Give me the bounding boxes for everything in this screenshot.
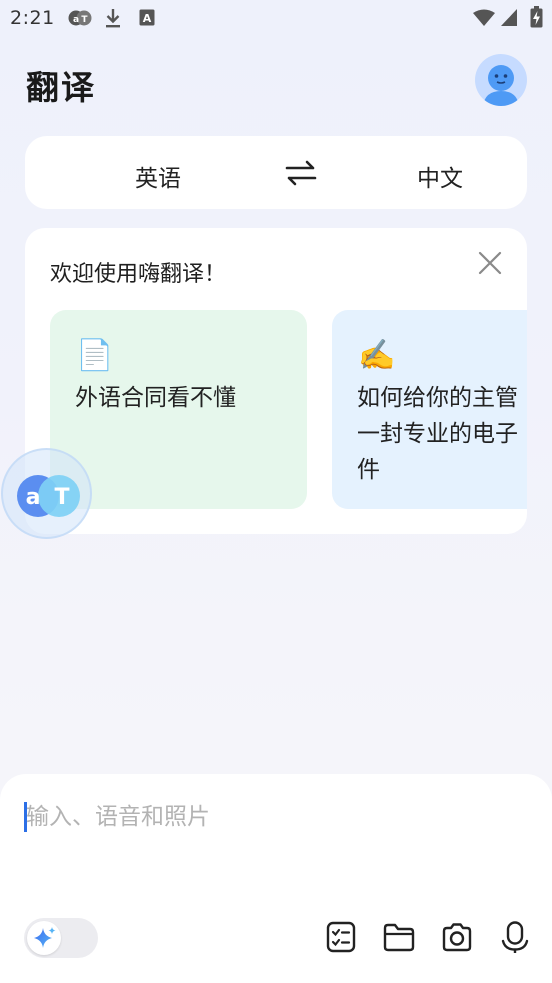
svg-text:T: T [54,485,69,510]
suggestion-text: 如何给你的主管一封专业的电子件 [357,385,518,483]
svg-text:a: a [73,15,79,25]
svg-text:T: T [81,15,88,25]
floating-translate-button[interactable]: a T [1,448,92,539]
camera-icon[interactable] [440,920,474,954]
swap-languages-icon[interactable] [283,158,319,188]
font-a-icon: A [139,9,155,26]
avatar[interactable] [475,54,527,106]
folder-icon[interactable] [382,920,416,954]
suggestion-text: 外语合同看不懂 [75,385,236,411]
welcome-title: 欢迎使用嗨翻译！ [50,262,227,287]
sparkle-icon [34,927,56,948]
source-language-button[interactable]: 英语 [135,159,181,193]
ai-mode-toggle[interactable] [24,918,98,958]
user-avatar-icon [483,65,519,106]
signal-icon [501,9,517,26]
language-bar: 英语 中文 [25,136,527,209]
svg-text:a: a [26,485,41,510]
toggle-knob [27,921,61,955]
translate-badge-icon: a T [68,10,92,26]
battery-charging-icon [530,6,543,28]
wifi-icon [473,9,495,26]
close-icon[interactable] [477,250,503,276]
page-title: 翻译 [26,68,96,107]
suggestion-card-email[interactable]: ✍️ 如何给你的主管一封专业的电子件 [332,310,527,509]
checklist-icon[interactable] [324,920,358,954]
translate-bubble-icon: a T [17,475,80,517]
download-icon [106,9,120,28]
status-bar: 2:21 a T A [0,0,552,36]
welcome-card: 欢迎使用嗨翻译！ 📄 外语合同看不懂 ✍️ 如何给你的主管一封专业的电子件 [25,228,527,534]
translate-input[interactable] [26,800,526,834]
input-panel [0,774,552,983]
writing-hand-icon: ✍️ [358,338,396,373]
microphone-icon[interactable] [498,920,532,954]
svg-text:A: A [143,12,152,25]
status-time: 2:21 [10,7,55,29]
target-language-button[interactable]: 中文 [417,159,463,193]
document-icon: 📄 [76,338,114,373]
